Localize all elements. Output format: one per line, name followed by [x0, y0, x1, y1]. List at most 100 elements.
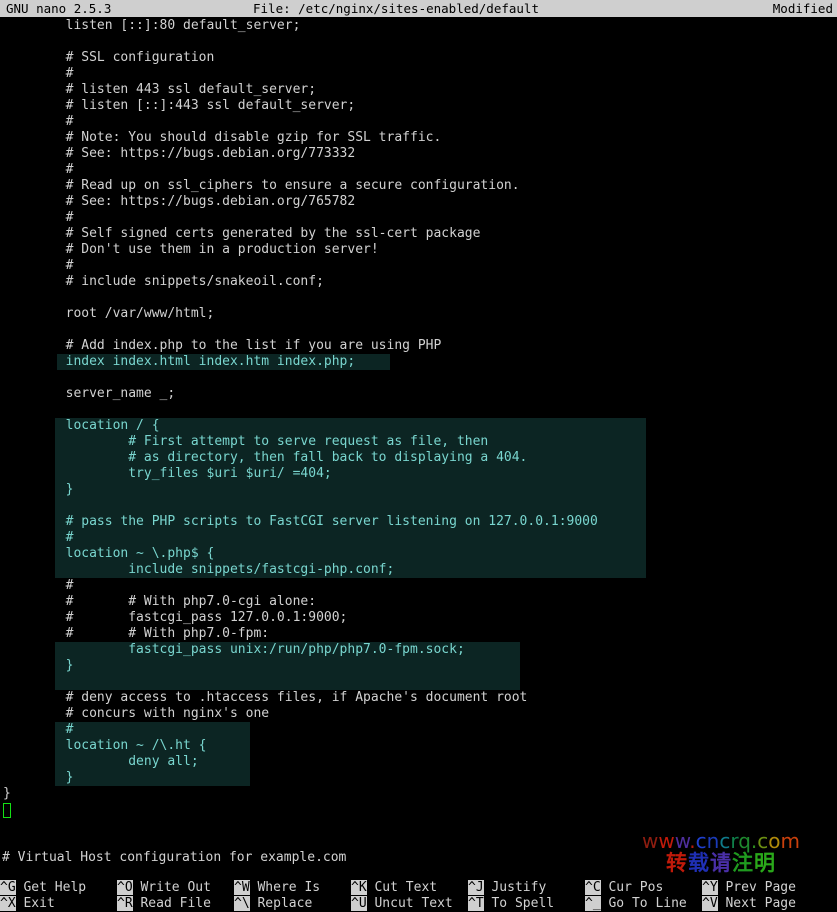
titlebar: GNU nano 2.5.3 File: /etc/nginx/sites-en… — [0, 0, 837, 17]
editor-line: # pass the PHP scripts to FastCGI server… — [3, 514, 598, 529]
shortcut-label: Cur Pos — [600, 880, 664, 895]
selected-text-highlight — [55, 770, 250, 786]
shortcut-key-badge: ^J — [468, 880, 484, 895]
editor-line: # include snippets/snakeoil.conf; — [3, 274, 324, 289]
shortcut-key-badge: ^R — [117, 896, 133, 911]
status-line-text: # Virtual Host configuration for example… — [2, 850, 347, 865]
selected-text-highlight — [55, 530, 646, 546]
editor-line: # SSL configuration — [3, 50, 215, 65]
shortcut-key-badge: ^_ — [585, 896, 601, 911]
editor-line: } — [3, 770, 74, 785]
shortcut-item[interactable]: ^X Exit — [0, 896, 55, 912]
selected-text-highlight — [55, 498, 646, 514]
shortcut-item[interactable]: ^T To Spell — [468, 896, 554, 912]
shortcut-key-badge: ^U — [351, 896, 367, 911]
editor-line: } — [3, 786, 11, 801]
editor-line: # — [3, 530, 74, 545]
editor-line: root /var/www/html; — [3, 306, 215, 321]
shortcut-item[interactable]: ^V Next Page — [702, 896, 796, 912]
editor-line: # # With php7.0-fpm: — [3, 626, 270, 641]
shortcut-item[interactable]: ^K Cut Text — [351, 880, 437, 896]
shortcut-label: Where Is — [249, 880, 321, 895]
editor-line: # Don't use them in a production server! — [3, 242, 379, 257]
editor-line: # See: https://bugs.debian.org/773332 — [3, 146, 356, 161]
editor-line: # — [3, 66, 74, 81]
app-title: GNU nano 2.5.3 — [6, 1, 112, 16]
shortcut-item[interactable]: ^R Read File — [117, 896, 211, 912]
shortcut-item[interactable]: ^_ Go To Line — [585, 896, 687, 912]
selected-text-highlight — [55, 482, 646, 498]
shortcut-item[interactable]: ^J Justify — [468, 880, 546, 896]
shortcut-key-badge: ^G — [0, 880, 16, 895]
editor-line: index index.html index.htm index.php; — [3, 354, 356, 369]
shortcut-label: Exit — [15, 896, 55, 911]
shortcut-key-badge: ^V — [702, 896, 718, 911]
text-cursor — [3, 803, 11, 818]
shortcut-item[interactable]: ^\ Replace — [234, 896, 312, 912]
editor-line: include snippets/fastcgi-php.conf; — [3, 562, 395, 577]
shortcut-item[interactable]: ^W Where Is — [234, 880, 320, 896]
shortcut-key-badge: ^K — [351, 880, 367, 895]
editor-line: server_name _; — [3, 386, 176, 401]
selected-text-highlight — [55, 722, 250, 738]
file-path-label: File: /etc/nginx/sites-enabled/default — [253, 1, 539, 16]
shortcut-label: Get Help — [15, 880, 87, 895]
editor-line: try_files $uri $uri/ =404; — [3, 466, 332, 481]
shortcut-label: Cut Text — [366, 880, 438, 895]
editor-line: listen [::]:80 default_server; — [3, 18, 301, 33]
editor-line: # — [3, 162, 74, 177]
shortcut-label: Next Page — [717, 896, 796, 911]
editor-line: deny all; — [3, 754, 199, 769]
shortcut-label: Uncut Text — [366, 896, 453, 911]
modified-indicator: Modified — [772, 1, 833, 16]
shortcut-key-badge: ^O — [117, 880, 133, 895]
status-line: # Virtual Host configuration for example… — [0, 850, 837, 866]
shortcut-key-badge: ^\ — [234, 896, 250, 911]
editor-line: # listen 443 ssl default_server; — [3, 82, 317, 97]
shortcut-label: Write Out — [132, 880, 211, 895]
shortcut-label: Justify — [483, 880, 547, 895]
shortcut-key-badge: ^T — [468, 896, 484, 911]
editor-line: # Note: You should disable gzip for SSL … — [3, 130, 442, 145]
editor-line: # listen [::]:443 ssl default_server; — [3, 98, 356, 113]
editor-line: # See: https://bugs.debian.org/765782 — [3, 194, 356, 209]
shortcut-label: Go To Line — [600, 896, 687, 911]
editor-line: # — [3, 114, 74, 129]
shortcut-key-badge: ^Y — [702, 880, 718, 895]
shortcut-label: Read File — [132, 896, 211, 911]
editor-line: # # With php7.0-cgi alone: — [3, 594, 317, 609]
editor-line: location ~ \.php$ { — [3, 546, 215, 561]
editor-line: fastcgi_pass unix:/run/php/php7.0-fpm.so… — [3, 642, 465, 657]
shortcut-item[interactable]: ^Y Prev Page — [702, 880, 796, 896]
shortcut-row-2: ^X Exit ^R Read File ^\ Replace ^U Uncut Te… — [0, 896, 837, 912]
editor-line: # fastcgi_pass 127.0.0.1:9000; — [3, 610, 348, 625]
editor-line: # — [3, 210, 74, 225]
selected-text-highlight — [55, 674, 520, 690]
selected-text-highlight — [55, 658, 520, 674]
editor-line: location ~ /\.ht { — [3, 738, 207, 753]
shortcut-label: Replace — [249, 896, 313, 911]
editor-line: # Read up on ssl_ciphers to ensure a sec… — [3, 178, 520, 193]
shortcut-item[interactable]: ^C Cur Pos — [585, 880, 663, 896]
editor-line: } — [3, 658, 74, 673]
shortcut-item[interactable]: ^U Uncut Text — [351, 896, 453, 912]
editor-line: # — [3, 258, 74, 273]
editor-line: } — [3, 482, 74, 497]
shortcut-item[interactable]: ^G Get Help — [0, 880, 86, 896]
editor-line: # — [3, 578, 74, 593]
editor-line: # Add index.php to the list if you are u… — [3, 338, 442, 353]
shortcut-label: To Spell — [483, 896, 555, 911]
shortcut-key-badge: ^W — [234, 880, 250, 895]
editor-line: # — [3, 722, 74, 737]
editor-line: # as directory, then fall back to displa… — [3, 450, 528, 465]
editor-text-area[interactable]: listen [::]:80 default_server; # SSL con… — [0, 18, 837, 836]
editor-line: # Self signed certs generated by the ssl… — [3, 226, 481, 241]
editor-line: # concurs with nginx's one — [3, 706, 270, 721]
shortcut-key-bar: ^G Get Help ^O Write Out ^W Where Is ^K Cut… — [0, 880, 837, 912]
editor-line: # deny access to .htaccess files, if Apa… — [3, 690, 528, 705]
shortcut-item[interactable]: ^O Write Out — [117, 880, 211, 896]
editor-line: location / { — [3, 418, 160, 433]
shortcut-label: Prev Page — [717, 880, 796, 895]
editor-line: # First attempt to serve request as file… — [3, 434, 489, 449]
shortcut-row-1: ^G Get Help ^O Write Out ^W Where Is ^K Cut… — [0, 880, 837, 896]
